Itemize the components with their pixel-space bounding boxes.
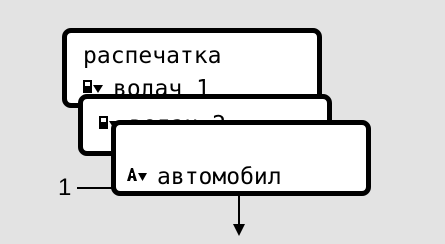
menu-item-vehicle[interactable]: автомобил	[127, 166, 282, 191]
instruction-figure: распечатка водач 1 водач 2	[0, 0, 445, 244]
callout-number: 1	[58, 174, 72, 201]
display-screen-vehicle: автомобил	[111, 120, 371, 196]
arrow-down-icon	[233, 196, 245, 241]
menu-item-label: автомобил	[157, 164, 282, 190]
menu-title: распечатка	[83, 43, 222, 69]
vehicle-print-icon	[127, 168, 147, 191]
